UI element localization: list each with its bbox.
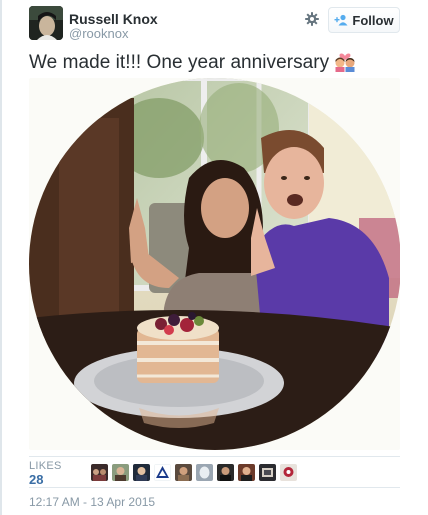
liker-avatars	[91, 464, 297, 481]
follow-label: Follow	[352, 12, 394, 28]
page-edge-divider	[0, 0, 2, 515]
tweet-text-content: We made it!!! One year anniversary	[29, 52, 330, 73]
liker-avatar[interactable]	[175, 464, 192, 481]
liker-avatar[interactable]	[133, 464, 150, 481]
likes-label[interactable]: LIKES	[29, 460, 62, 472]
tweet-photo[interactable]	[29, 78, 400, 450]
liker-avatar[interactable]	[259, 464, 276, 481]
liker-avatar[interactable]	[91, 464, 108, 481]
stats-divider-top	[29, 456, 400, 457]
liker-avatar[interactable]	[196, 464, 213, 481]
gear-icon[interactable]	[304, 11, 320, 27]
tweet-timestamp[interactable]: 12:17 AM - 13 Apr 2015	[29, 495, 155, 509]
avatar[interactable]	[29, 6, 63, 40]
user-display-name[interactable]: Russell Knox	[69, 11, 158, 27]
tweet-card: Russell Knox @rooknox Follow We made it!…	[0, 0, 428, 515]
liker-avatar[interactable]	[112, 464, 129, 481]
user-handle[interactable]: @rooknox	[69, 26, 128, 41]
add-user-icon	[334, 14, 348, 26]
stats-divider-bottom	[29, 487, 400, 488]
liker-avatar[interactable]	[238, 464, 255, 481]
likes-count[interactable]: 28	[29, 472, 43, 487]
couple-with-heart-icon	[333, 50, 357, 72]
liker-avatar[interactable]	[217, 464, 234, 481]
liker-avatar[interactable]	[280, 464, 297, 481]
tweet-text: We made it!!! One year anniversary	[29, 50, 357, 74]
follow-button[interactable]: Follow	[328, 7, 400, 33]
liker-avatar[interactable]	[154, 464, 171, 481]
